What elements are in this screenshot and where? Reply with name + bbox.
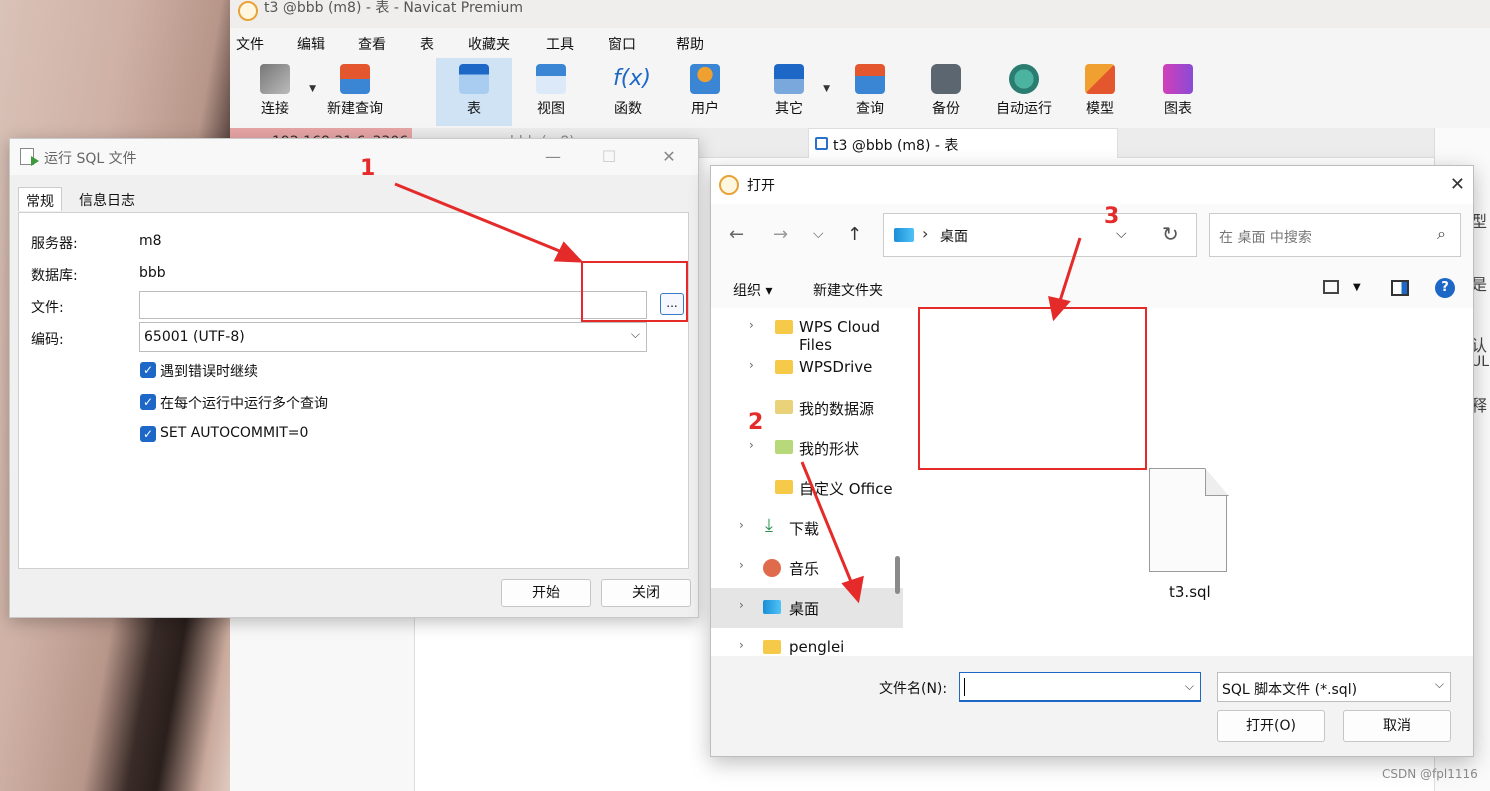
annotation-arrowhead-3 (1048, 296, 1071, 322)
annotation-arrows (394, 182, 1082, 604)
annotation-arrow-1 (394, 182, 563, 254)
annotation-arrowhead-2 (841, 575, 864, 604)
annotation-arrow-3 (1057, 237, 1082, 305)
watermark: CSDN @fpl1116 (1382, 767, 1478, 781)
annotation-arrow-2 (800, 461, 854, 585)
annotation-arrowhead-1 (553, 241, 584, 263)
